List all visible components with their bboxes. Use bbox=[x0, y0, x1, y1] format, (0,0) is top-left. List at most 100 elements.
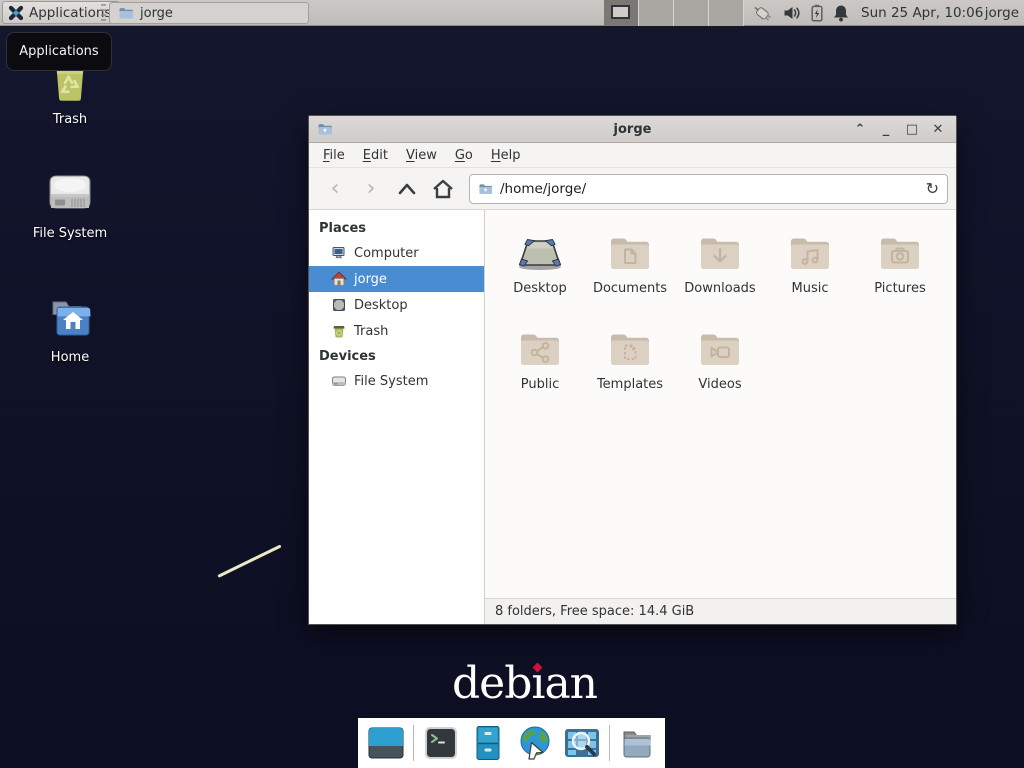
file-item-public[interactable]: Public bbox=[495, 316, 585, 402]
menu-go[interactable]: Go bbox=[447, 145, 481, 166]
close-button[interactable]: ✕ bbox=[928, 119, 948, 139]
application-finder-icon[interactable] bbox=[562, 724, 602, 762]
menu-file[interactable]: File bbox=[315, 145, 353, 166]
file-item-label: Downloads bbox=[684, 281, 755, 296]
path-bar[interactable]: /home/jorge/ ↻ bbox=[469, 174, 948, 204]
desktop-icon-label: File System bbox=[33, 226, 107, 241]
dock-panel bbox=[358, 718, 665, 768]
folder-icon bbox=[118, 5, 134, 21]
up-arrow-icon bbox=[396, 179, 418, 199]
applications-menu-label: Applications bbox=[29, 5, 111, 21]
maximize-button[interactable]: □ bbox=[902, 119, 922, 139]
menu-view[interactable]: View bbox=[398, 145, 445, 166]
desktop-icon-label: Trash bbox=[53, 112, 87, 127]
panel-handle bbox=[101, 4, 106, 22]
workspace-pager[interactable] bbox=[604, 0, 744, 26]
folder-documents-icon bbox=[606, 228, 654, 276]
desktop-icon-file-system[interactable]: File System bbox=[22, 168, 118, 241]
panel-user-menu[interactable]: jorge bbox=[985, 0, 1019, 26]
file-item-label: Music bbox=[792, 281, 829, 296]
file-item-label: Documents bbox=[593, 281, 667, 296]
taskbar-window-label: jorge bbox=[140, 6, 173, 21]
file-item-documents[interactable]: Documents bbox=[585, 220, 675, 306]
desktop: Applications jorge bbox=[0, 0, 1024, 768]
workspace-4[interactable] bbox=[709, 0, 744, 26]
notification-bell-icon[interactable] bbox=[833, 4, 849, 22]
back-button[interactable]: ‹ bbox=[317, 173, 353, 205]
folder-templates-icon bbox=[606, 324, 654, 372]
file-item-templates[interactable]: Templates bbox=[585, 316, 675, 402]
battery-charging-icon[interactable] bbox=[810, 4, 824, 22]
file-view: Desktop Documents bbox=[485, 210, 956, 624]
panel-clock[interactable]: Sun 25 Apr, 10:06 bbox=[861, 0, 983, 26]
sidebar-item-label: Desktop bbox=[354, 298, 408, 313]
sidebar: Places Computer jorge bbox=[309, 210, 485, 624]
file-manager-window: jorge ⌃ _ □ ✕ File Edit View Go Help ‹ › bbox=[308, 115, 957, 625]
desktop-icon-label: Home bbox=[51, 350, 89, 365]
sidebar-item-trash[interactable]: Trash bbox=[309, 318, 484, 344]
file-item-pictures[interactable]: Pictures bbox=[855, 220, 945, 306]
top-panel: Applications jorge bbox=[0, 0, 1024, 26]
file-item-label: Public bbox=[521, 377, 559, 392]
desktop-icon bbox=[331, 297, 347, 313]
workspace-3[interactable] bbox=[674, 0, 709, 26]
menubar: File Edit View Go Help bbox=[309, 143, 956, 168]
folder-icon bbox=[317, 121, 333, 137]
file-item-music[interactable]: Music bbox=[765, 220, 855, 306]
web-browser-icon[interactable] bbox=[515, 724, 555, 762]
workspace-window-preview bbox=[611, 5, 630, 19]
home-folder-icon bbox=[45, 294, 95, 342]
terminal-icon[interactable] bbox=[421, 724, 461, 762]
taskbar-window-button[interactable]: jorge bbox=[109, 2, 309, 24]
xfce-applications-icon bbox=[8, 5, 24, 21]
file-item-desktop[interactable]: Desktop bbox=[495, 220, 585, 306]
menu-edit[interactable]: Edit bbox=[355, 145, 396, 166]
home-icon bbox=[431, 178, 455, 200]
debian-logo: debıan bbox=[452, 658, 597, 709]
desktop-icon-home[interactable]: Home bbox=[22, 294, 118, 365]
system-tray bbox=[750, 0, 849, 26]
trash-icon bbox=[331, 323, 347, 339]
file-item-label: Desktop bbox=[513, 281, 567, 296]
forward-button[interactable]: › bbox=[353, 173, 389, 205]
home-button[interactable] bbox=[425, 173, 461, 205]
sidebar-item-label: jorge bbox=[354, 272, 387, 287]
minimize-button[interactable]: _ bbox=[876, 119, 896, 139]
red-roof-home-icon bbox=[331, 271, 347, 287]
volume-icon[interactable] bbox=[783, 5, 801, 21]
file-item-videos[interactable]: Videos bbox=[675, 316, 765, 402]
shade-button[interactable]: ⌃ bbox=[850, 119, 870, 139]
workspace-2[interactable] bbox=[639, 0, 674, 26]
file-manager-icon[interactable] bbox=[468, 724, 508, 762]
sidebar-item-desktop[interactable]: Desktop bbox=[309, 292, 484, 318]
up-button[interactable] bbox=[389, 173, 425, 205]
show-desktop-icon[interactable] bbox=[366, 724, 406, 762]
folder-downloads-icon bbox=[696, 228, 744, 276]
folder-pictures-icon bbox=[876, 228, 924, 276]
desktop-special-icon bbox=[515, 228, 565, 276]
folder-public-icon bbox=[516, 324, 564, 372]
statusbar: 8 folders, Free space: 14.4 GiB bbox=[485, 598, 956, 624]
file-item-downloads[interactable]: Downloads bbox=[675, 220, 765, 306]
sidebar-header-devices: Devices bbox=[309, 344, 484, 368]
sidebar-item-label: Computer bbox=[354, 246, 419, 261]
file-item-label: Templates bbox=[597, 377, 663, 392]
debian-logo-i-dot: ı bbox=[531, 658, 544, 709]
computer-icon bbox=[331, 245, 347, 261]
dock-separator bbox=[413, 725, 414, 761]
directory-menu-icon[interactable] bbox=[617, 724, 657, 762]
sidebar-item-label: File System bbox=[354, 374, 428, 389]
dock-separator bbox=[609, 725, 610, 761]
power-plug-icon[interactable] bbox=[750, 3, 774, 23]
menu-help[interactable]: Help bbox=[483, 145, 529, 166]
window-titlebar[interactable]: jorge ⌃ _ □ ✕ bbox=[309, 116, 956, 143]
applications-tooltip: Applications bbox=[6, 32, 112, 71]
harddrive-icon bbox=[44, 168, 96, 218]
sidebar-item-jorge[interactable]: jorge bbox=[309, 266, 484, 292]
sidebar-item-computer[interactable]: Computer bbox=[309, 240, 484, 266]
path-input[interactable]: /home/jorge/ bbox=[500, 181, 919, 197]
workspace-1[interactable] bbox=[604, 0, 639, 26]
toolbar: ‹ › /home/jorge/ ↻ bbox=[309, 168, 956, 210]
sidebar-item-file-system[interactable]: File System bbox=[309, 368, 484, 394]
reload-button[interactable]: ↻ bbox=[926, 179, 939, 198]
